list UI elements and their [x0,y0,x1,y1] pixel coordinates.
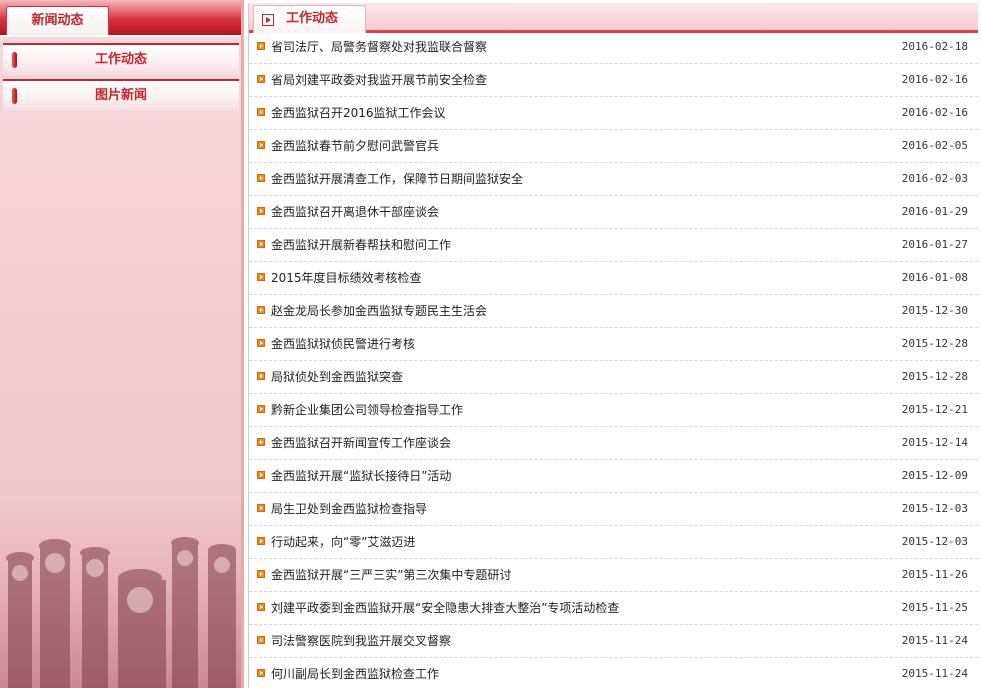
sidebar-item-label: 工作动态 [94,52,147,67]
news-title-link[interactable]: 何川副局长到金西监狱检查工作 [271,658,439,688]
news-title-link[interactable]: 局狱侦处到金西监狱突查 [271,361,403,393]
bullet-arrow-icon [257,669,265,677]
tab-work-news[interactable]: 工作动态 [253,5,366,33]
news-date: 2015-11-24 [901,634,968,647]
list-item[interactable]: 局狱侦处到金西监狱突查 2015-12-28 [249,361,978,394]
news-title-link[interactable]: 金西监狱开展清查工作，保障节日期间监狱安全 [271,163,523,195]
list-item[interactable]: 金西监狱春节前夕慰问武警官兵 2016-02-05 [249,130,978,163]
news-date: 2015-12-21 [901,403,968,416]
list-item[interactable]: 何川副局长到金西监狱检查工作 2015-11-24 [249,658,978,688]
bullet-arrow-icon [257,207,265,215]
bullet-arrow-icon [257,108,265,116]
bullet-arrow-icon [257,438,265,446]
bullet-arrow-icon [257,570,265,578]
bullet-arrow-icon [257,240,265,248]
news-date: 2015-11-24 [901,667,968,680]
sidebar-item-label: 图片新闻 [94,88,147,103]
news-title-link[interactable]: 2015年度目标绩效考核检查 [271,262,422,294]
list-item[interactable]: 刘建平政委到金西监狱开展“安全隐患大排查大整治”专项活动检查 2015-11-25 [249,592,978,625]
news-date: 2016-01-08 [901,271,968,284]
list-item[interactable]: 局生卫处到金西监狱检查指导 2015-12-03 [249,493,978,526]
news-title-link[interactable]: 金西监狱召开2016监狱工作会议 [271,97,446,129]
police-crowd-illustration [6,537,236,688]
news-title-link[interactable]: 金西监狱召开新闻宣传工作座谈会 [271,427,451,459]
sidebar-decorative-photo [0,498,241,688]
list-item[interactable]: 省司法厅、局警务督察处对我监联合督察 2016-02-18 [249,31,978,64]
list-item[interactable]: 金西监狱开展清查工作，保障节日期间监狱安全 2016-02-03 [249,163,978,196]
list-item[interactable]: 省局刘建平政委对我监开展节前安全检查 2016-02-16 [249,64,978,97]
bullet-arrow-icon [257,504,265,512]
news-date: 2015-12-28 [901,337,968,350]
news-title-link[interactable]: 金西监狱开展“三严三实”第三次集中专题研讨 [271,559,511,591]
bullet-arrow-icon [257,339,265,347]
news-date: 2016-02-18 [901,40,968,53]
sidebar: 新闻动态 工作动态 图片新闻 [0,0,244,688]
list-item[interactable]: 金西监狱召开离退休干部座谈会 2016-01-29 [249,196,978,229]
list-item[interactable]: 2015年度目标绩效考核检查 2016-01-08 [249,262,978,295]
bullet-arrow-icon [257,537,265,545]
main-header: 工作动态 [249,3,978,33]
bullet-arrow-icon [257,372,265,380]
bullet-arrow-icon [257,306,265,314]
bullet-arrow-icon [257,42,265,50]
news-title-link[interactable]: 黔新企业集团公司领导检查指导工作 [271,394,463,426]
news-date: 2015-12-28 [901,370,968,383]
news-title-link[interactable]: 行动起来，向“零”艾滋迈进 [271,526,415,558]
news-date: 2015-12-09 [901,469,968,482]
news-title-link[interactable]: 赵金龙局长参加金西监狱专题民主生活会 [271,295,487,327]
bullet-arrow-icon [257,471,265,479]
pill-icon [12,52,17,68]
news-title-link[interactable]: 局生卫处到金西监狱检查指导 [271,493,427,525]
sidebar-header-tab[interactable]: 新闻动态 [6,6,109,35]
pill-icon [12,88,17,104]
news-list: 省司法厅、局警务督察处对我监联合督察 2016-02-18 省局刘建平政委对我监开展… [249,31,978,688]
list-item[interactable]: 金西监狱狱侦民警进行考核 2015-12-28 [249,328,978,361]
bullet-arrow-icon [257,75,265,83]
news-date: 2016-01-29 [901,205,968,218]
news-title-link[interactable]: 金西监狱召开离退休干部座谈会 [271,196,439,228]
news-date: 2015-11-25 [901,601,968,614]
sidebar-header: 新闻动态 [0,0,241,37]
news-title-link[interactable]: 省局刘建平政委对我监开展节前安全检查 [271,64,487,96]
list-item[interactable]: 行动起来，向“零”艾滋迈进 2015-12-03 [249,526,978,559]
news-date: 2016-02-16 [901,106,968,119]
list-item[interactable]: 黔新企业集团公司领导检查指导工作 2015-12-21 [249,394,978,427]
list-item[interactable]: 赵金龙局长参加金西监狱专题民主生活会 2015-12-30 [249,295,978,328]
list-item[interactable]: 金西监狱开展“监狱长接待日”活动 2015-12-09 [249,460,978,493]
sidebar-menu: 工作动态 图片新闻 [3,43,239,115]
bullet-arrow-icon [257,636,265,644]
news-title-link[interactable]: 金西监狱春节前夕慰问武警官兵 [271,130,439,162]
news-title-link[interactable]: 金西监狱狱侦民警进行考核 [271,328,415,360]
bullet-arrow-icon [257,405,265,413]
news-date: 2015-12-03 [901,502,968,515]
tab-label: 工作动态 [286,11,339,26]
sidebar-item-work-news[interactable]: 工作动态 [3,43,239,75]
news-title-link[interactable]: 刘建平政委到金西监狱开展“安全隐患大排查大整治”专项活动检查 [271,592,619,624]
sidebar-item-photo-news[interactable]: 图片新闻 [3,79,239,111]
news-date: 2016-01-27 [901,238,968,251]
list-item[interactable]: 金西监狱开展新春帮扶和慰问工作 2016-01-27 [249,229,978,262]
news-title-link[interactable]: 金西监狱开展新春帮扶和慰问工作 [271,229,451,261]
list-item[interactable]: 司法警察医院到我监开展交叉督察 2015-11-24 [249,625,978,658]
bullet-arrow-icon [257,603,265,611]
bullet-arrow-icon [257,174,265,182]
list-item[interactable]: 金西监狱召开新闻宣传工作座谈会 2015-12-14 [249,427,978,460]
news-date: 2015-12-14 [901,436,968,449]
news-date: 2015-12-30 [901,304,968,317]
news-title-link[interactable]: 省司法厅、局警务督察处对我监联合督察 [271,31,487,63]
news-title-link[interactable]: 司法警察医院到我监开展交叉督察 [271,625,451,657]
news-date: 2016-02-05 [901,139,968,152]
list-item[interactable]: 金西监狱开展“三严三实”第三次集中专题研讨 2015-11-26 [249,559,978,592]
list-item[interactable]: 金西监狱召开2016监狱工作会议 2016-02-16 [249,97,978,130]
news-title-link[interactable]: 金西监狱开展“监狱长接待日”活动 [271,460,451,492]
news-date: 2015-12-03 [901,535,968,548]
news-date: 2015-11-26 [901,568,968,581]
main-panel: 工作动态 省司法厅、局警务督察处对我监联合督察 2016-02-18 省局刘建平政委… [248,3,978,688]
news-date: 2016-02-16 [901,73,968,86]
play-arrow-icon [262,14,274,26]
bullet-arrow-icon [257,141,265,149]
news-date: 2016-02-03 [901,172,968,185]
bullet-arrow-icon [257,273,265,281]
